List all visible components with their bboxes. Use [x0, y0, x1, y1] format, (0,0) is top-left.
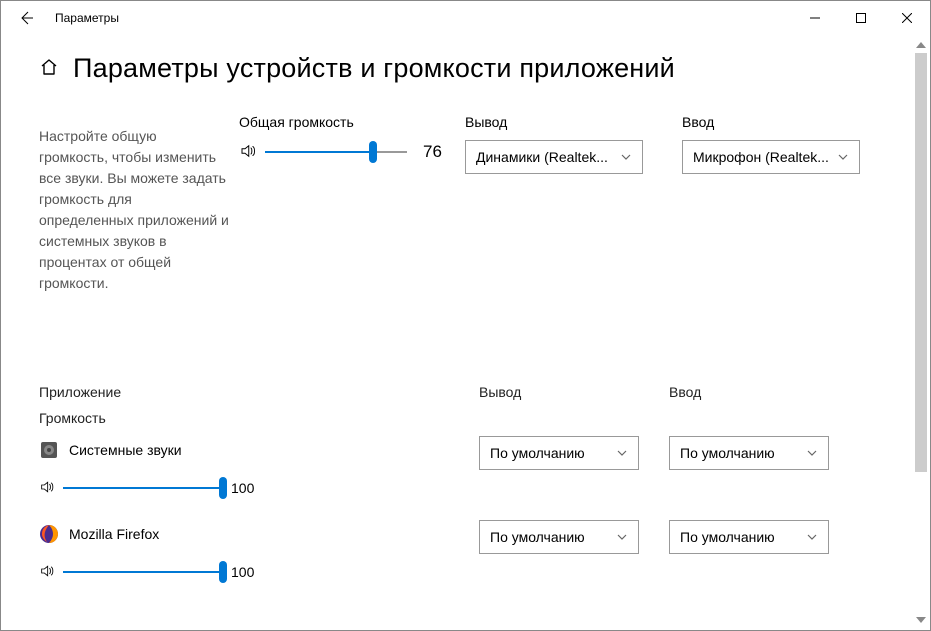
app-row: Системные звуки По умолчанию По умолчани…	[39, 434, 902, 472]
close-icon	[902, 13, 912, 23]
minimize-button[interactable]	[792, 1, 838, 35]
app-output-select[interactable]: По умолчанию	[479, 520, 639, 554]
master-section: Настройте общую громкость, чтобы изменит…	[39, 114, 902, 294]
app-volume-slider[interactable]	[63, 476, 223, 500]
master-volume-slider[interactable]	[265, 140, 407, 164]
column-header-app: Приложение	[39, 384, 479, 400]
volume-subheader: Громкость	[39, 410, 902, 426]
close-button[interactable]	[884, 1, 930, 35]
speaker-icon[interactable]	[39, 479, 55, 498]
chevron-down-icon	[620, 151, 632, 163]
home-button[interactable]	[39, 57, 59, 80]
chevron-down-icon	[616, 447, 628, 459]
chevron-down-icon	[616, 531, 628, 543]
back-arrow-icon	[19, 10, 35, 26]
scroll-thumb[interactable]	[915, 53, 927, 472]
output-device-select[interactable]: Динамики (Realtek...	[465, 140, 643, 174]
output-device-column: Вывод Динамики (Realtek...	[465, 114, 660, 174]
slider-fill	[265, 151, 373, 153]
app-output-select[interactable]: По умолчанию	[479, 436, 639, 470]
app-volume-row: 100	[39, 476, 902, 500]
chevron-down-icon	[837, 151, 849, 163]
master-volume-column: Общая громкость 76	[239, 114, 449, 164]
input-label: Ввод	[682, 114, 877, 130]
master-volume-row: 76	[239, 140, 449, 164]
page-title: Параметры устройств и громкости приложен…	[73, 53, 675, 84]
app-input-select[interactable]: По умолчанию	[669, 436, 829, 470]
scroll-up-arrow[interactable]	[913, 37, 929, 53]
column-header-output: Вывод	[479, 384, 669, 400]
output-label: Вывод	[465, 114, 660, 130]
description-text: Настройте общую громкость, чтобы изменит…	[39, 114, 229, 294]
system-sounds-icon	[39, 440, 59, 460]
scroll-track[interactable]	[913, 53, 929, 612]
back-button[interactable]	[9, 1, 45, 35]
app-volume-value: 100	[231, 564, 254, 580]
window-controls	[792, 1, 930, 35]
home-icon	[39, 57, 59, 77]
chevron-down-icon	[806, 531, 818, 543]
master-volume-label: Общая громкость	[239, 114, 449, 130]
app-input-select[interactable]: По умолчанию	[669, 520, 829, 554]
apps-section: Приложение Вывод Ввод Громкость Системны…	[39, 384, 902, 584]
titlebar: Параметры	[1, 1, 930, 35]
output-device-value: Динамики (Realtek...	[476, 149, 608, 165]
speaker-icon[interactable]	[239, 142, 257, 163]
scroll-down-arrow[interactable]	[913, 612, 929, 628]
app-volume-value: 100	[231, 480, 254, 496]
master-volume-value: 76	[415, 142, 449, 162]
app-volume-slider[interactable]	[63, 560, 223, 584]
vertical-scrollbar[interactable]	[913, 37, 929, 628]
maximize-icon	[856, 13, 866, 23]
heading-row: Параметры устройств и громкости приложен…	[39, 53, 902, 84]
app-name: Системные звуки	[69, 442, 182, 458]
minimize-icon	[810, 13, 820, 23]
speaker-icon[interactable]	[39, 563, 55, 582]
input-device-value: Микрофон (Realtek...	[693, 149, 829, 165]
slider-thumb[interactable]	[369, 141, 377, 163]
input-device-select[interactable]: Микрофон (Realtek...	[682, 140, 860, 174]
chevron-down-icon	[806, 447, 818, 459]
column-headers: Приложение Вывод Ввод	[39, 384, 902, 400]
window-title: Параметры	[45, 11, 119, 25]
firefox-icon	[39, 524, 59, 544]
input-device-column: Ввод Микрофон (Realtek...	[682, 114, 877, 174]
app-name: Mozilla Firefox	[69, 526, 159, 542]
maximize-button[interactable]	[838, 1, 884, 35]
app-volume-row: 100	[39, 560, 902, 584]
content-area: Параметры устройств и громкости приложен…	[1, 35, 930, 630]
app-row: Mozilla Firefox По умолчанию По умолчани…	[39, 518, 902, 556]
column-header-input: Ввод	[669, 384, 859, 400]
